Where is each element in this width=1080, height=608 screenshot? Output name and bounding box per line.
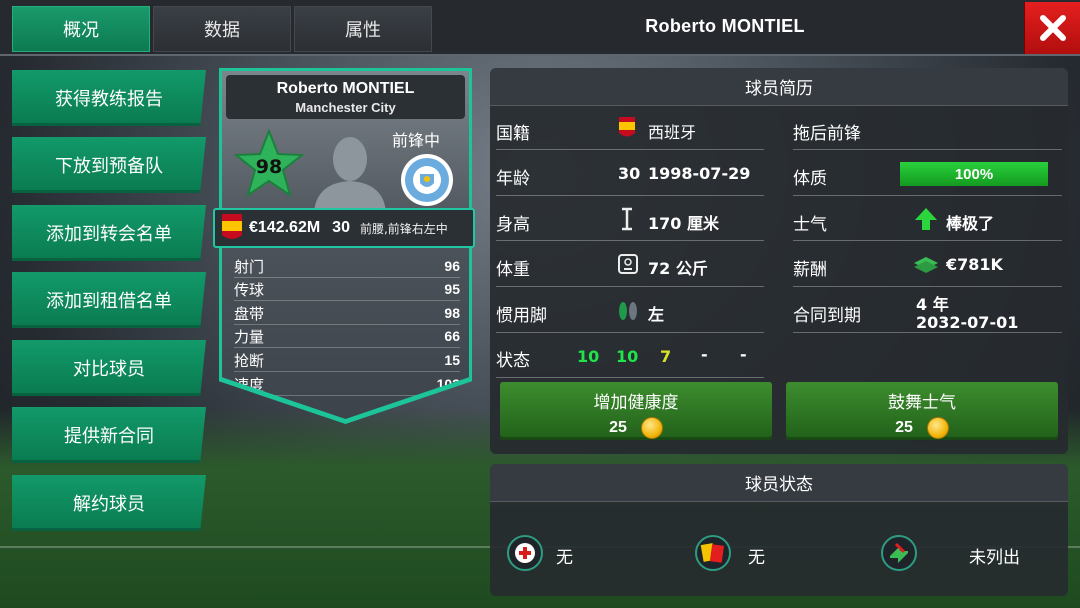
footprints-icon (619, 302, 637, 320)
transfer-status-icon (881, 535, 917, 571)
form-value-4: - (701, 345, 708, 364)
club-crest-icon (401, 154, 453, 206)
age-value: 30 (618, 164, 641, 183)
spain-flag-icon (222, 214, 242, 239)
window-title: Roberto MONTIEL (645, 16, 805, 36)
form-value-2: 10 (616, 347, 639, 366)
form-value-1: 10 (577, 347, 600, 366)
player-status-panel: 球员状态 (490, 464, 1068, 596)
fitness-bar: 100% (900, 162, 1048, 186)
profile-panel-title: 球员简历 (490, 68, 1068, 106)
weight-label: 体重 (496, 260, 530, 280)
injury-value: 无 (556, 548, 573, 568)
cards-value: 无 (748, 548, 765, 568)
form-label: 状态 (496, 351, 530, 371)
form-value-5: - (740, 345, 747, 364)
player-rating: 98 (255, 156, 283, 178)
nationality-label: 国籍 (496, 124, 530, 144)
form-value-3: 7 (660, 347, 672, 366)
stat-row-passing: 传球 95 (234, 278, 460, 301)
preferred-foot-value: 左 (648, 305, 665, 324)
tab-data[interactable]: 数据 (153, 6, 291, 52)
top-bar: 概况 数据 属性 Roberto MONTIEL (0, 0, 1080, 56)
rating-star-icon: 98 (234, 129, 304, 199)
club-name: Manchester City (295, 100, 396, 115)
demote-to-reserves-button[interactable]: 下放到预备队 (12, 137, 206, 193)
status-panel-title: 球员状态 (490, 464, 1068, 502)
contract-expiry-label: 合同到期 (793, 306, 861, 326)
offer-new-contract-button[interactable]: 提供新合同 (12, 407, 206, 463)
nationality-value: 西班牙 (648, 123, 697, 142)
market-value: €142.62M (249, 219, 321, 236)
wage-value: €781K (946, 255, 1003, 274)
stat-row-strength: 力量 66 (234, 325, 460, 348)
player-silhouette-icon (314, 137, 386, 213)
add-to-transfer-list-button[interactable]: 添加到转会名单 (12, 205, 206, 261)
release-player-button[interactable]: 解约球员 (12, 475, 206, 531)
boost-morale-button[interactable]: 鼓舞士气 25 (786, 382, 1058, 440)
morale-value: 棒极了 (946, 214, 995, 233)
transfer-status-value: 未列出 (969, 548, 1020, 568)
spain-flag-icon (619, 117, 635, 137)
stat-row-dribbling: 盘带 98 (234, 302, 460, 325)
wage-label: 薪酬 (793, 260, 827, 280)
contract-years: 4 年 (916, 295, 949, 314)
boost-fitness-button[interactable]: 增加健康度 25 (500, 382, 772, 440)
weight-scale-icon (618, 254, 638, 274)
cash-icon (914, 257, 938, 273)
close-button[interactable] (1024, 2, 1080, 54)
preferred-foot-label: 惯用脚 (496, 306, 547, 326)
close-icon (1039, 15, 1066, 41)
stat-row-shooting: 射门 96 (234, 255, 460, 278)
fitness-value: 100% (954, 165, 994, 183)
contract-date: 2032-07-01 (916, 313, 1019, 332)
add-to-loan-list-button[interactable]: 添加到租借名单 (12, 272, 206, 328)
card-header: Roberto MONTIEL Manchester City (226, 75, 465, 119)
stat-row-speed: 速度 103 (234, 373, 460, 396)
tab-attributes[interactable]: 属性 (294, 6, 432, 52)
player-position: 前锋中 (392, 131, 441, 150)
age-label: 年龄 (496, 169, 530, 189)
height-value: 170 厘米 (648, 214, 719, 233)
birthdate-value: 1998-07-29 (648, 164, 751, 183)
coin-icon (640, 417, 663, 439)
get-coach-report-button[interactable]: 获得教练报告 (12, 70, 206, 126)
stat-row-tackling: 抢断 15 (234, 349, 460, 372)
card-age: 30 (332, 219, 350, 236)
alternate-positions: 前腰,前锋右左中 (359, 221, 448, 236)
morale-up-arrow-icon (915, 208, 937, 230)
injury-medical-icon (507, 535, 543, 571)
compare-player-button[interactable]: 对比球员 (12, 340, 206, 396)
height-icon (622, 207, 632, 231)
weight-value: 72 公斤 (648, 259, 708, 278)
morale-label: 士气 (793, 215, 827, 235)
player-name: Roberto MONTIEL (276, 80, 415, 97)
coin-icon (926, 417, 949, 439)
height-label: 身高 (496, 215, 530, 235)
player-role: 拖后前锋 (793, 124, 861, 144)
boost-morale-cost: 25 (895, 419, 913, 436)
player-value-strip: €142.62M 30 前腰,前锋右左中 (213, 208, 475, 248)
boost-fitness-cost: 25 (609, 419, 627, 436)
tab-overview[interactable]: 概况 (12, 6, 150, 52)
fitness-label: 体质 (793, 169, 827, 189)
cards-icon (695, 535, 731, 571)
